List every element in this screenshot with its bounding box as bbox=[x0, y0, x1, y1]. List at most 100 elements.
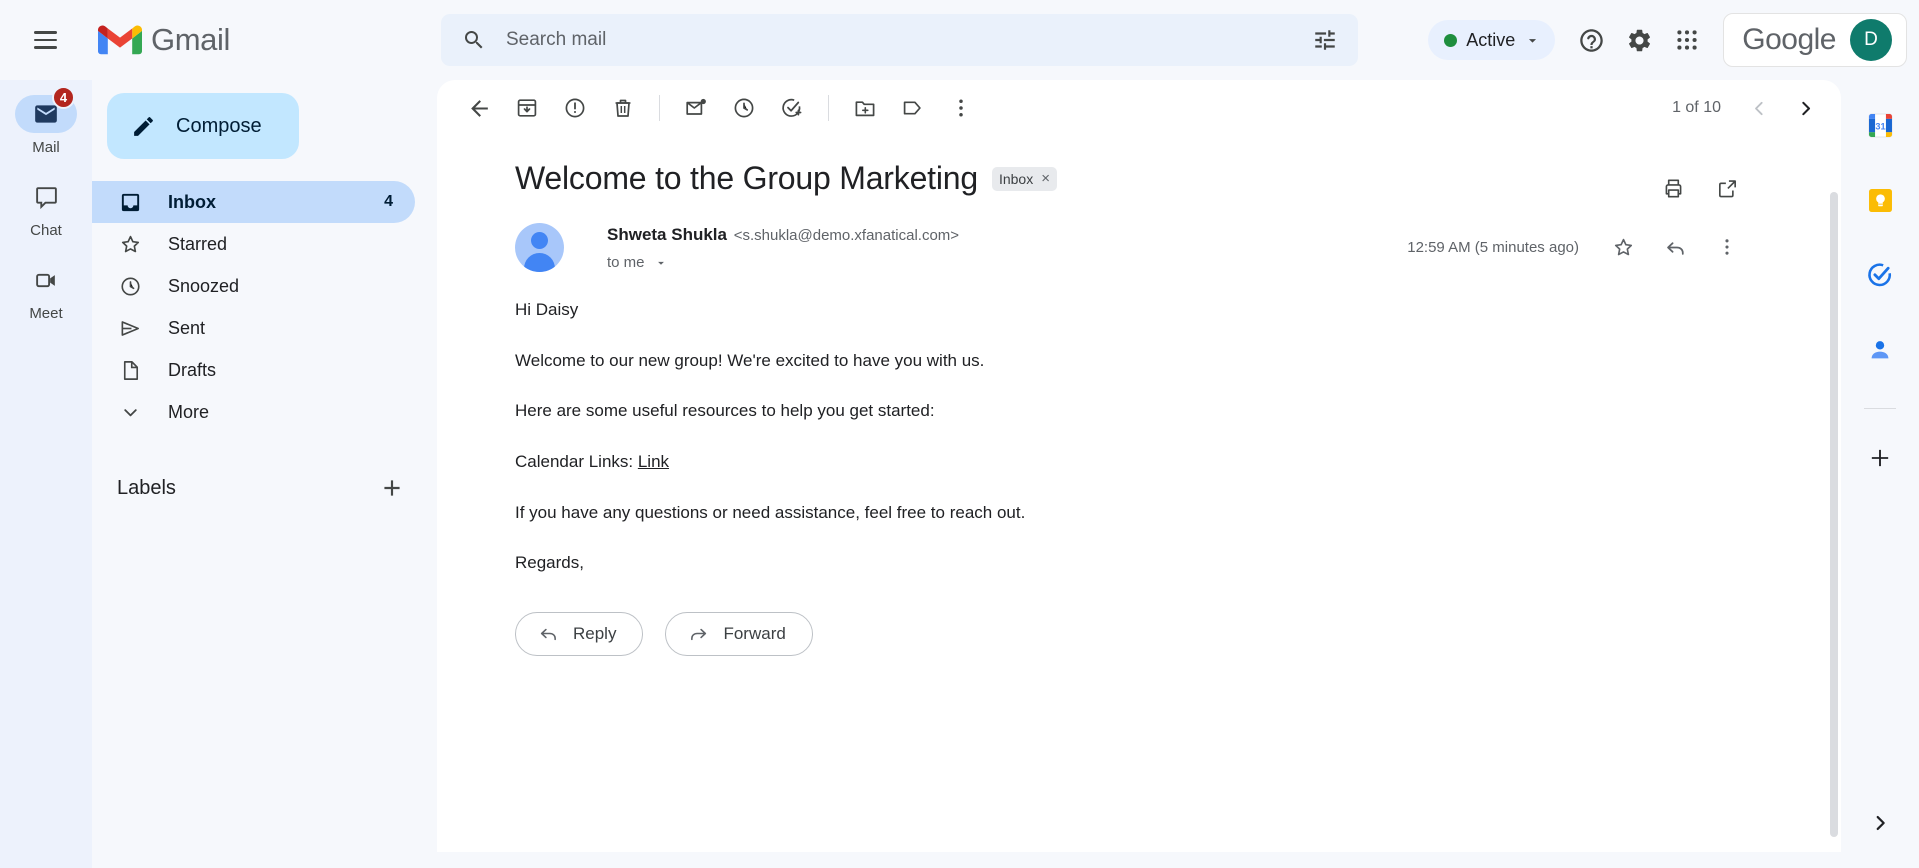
gmail-logo-icon bbox=[98, 25, 142, 55]
message-actions: 12:59 AM (5 minutes ago) bbox=[1407, 223, 1751, 271]
calendar-links-label: Calendar Links: bbox=[515, 451, 638, 471]
rail-item-chat[interactable]: Chat bbox=[10, 178, 82, 239]
apps-grid-icon[interactable] bbox=[1663, 16, 1711, 64]
subject-row: Welcome to the Group Marketing Inbox × bbox=[515, 160, 1751, 198]
chevron-down-icon[interactable] bbox=[654, 256, 668, 270]
sidebar-label-drafts: Drafts bbox=[168, 359, 217, 380]
google-tasks-icon[interactable] bbox=[1857, 252, 1903, 298]
body-line-4: If you have any questions or need assist… bbox=[515, 502, 1026, 522]
mark-unread-icon[interactable] bbox=[672, 84, 720, 132]
open-in-new-icon[interactable] bbox=[1703, 164, 1751, 212]
google-contacts-icon[interactable] bbox=[1857, 327, 1903, 373]
message-scroll-area: Welcome to the Group Marketing Inbox × S… bbox=[437, 136, 1841, 852]
star-outline-icon[interactable] bbox=[1599, 223, 1647, 271]
sidebar-label-snoozed: Snoozed bbox=[168, 275, 240, 296]
snooze-clock-icon[interactable] bbox=[720, 84, 768, 132]
forward-button[interactable]: Forward bbox=[665, 611, 813, 656]
search-icon bbox=[462, 28, 486, 52]
back-arrow-icon[interactable] bbox=[455, 84, 503, 132]
google-calendar-icon[interactable]: 31 bbox=[1857, 102, 1903, 148]
print-icon[interactable] bbox=[1649, 164, 1697, 212]
recipient-row[interactable]: to me bbox=[607, 254, 959, 271]
sidebar-item-inbox[interactable]: Inbox 4 bbox=[92, 181, 415, 223]
close-icon[interactable]: × bbox=[1041, 171, 1050, 186]
gear-icon[interactable] bbox=[1615, 16, 1663, 64]
sidebar-item-more[interactable]: More bbox=[92, 391, 415, 433]
status-badge[interactable]: Inbox × bbox=[991, 166, 1057, 191]
sidebar-label-sent: Sent bbox=[168, 317, 206, 338]
meet-icon bbox=[15, 261, 77, 299]
status-label: Active bbox=[1466, 29, 1516, 50]
mail-icon: 4 bbox=[15, 86, 77, 133]
more-vertical-icon[interactable] bbox=[937, 84, 985, 132]
avatar-head bbox=[531, 232, 548, 249]
draft-icon bbox=[117, 359, 143, 382]
gmail-brand[interactable]: Gmail bbox=[98, 22, 230, 58]
rail-label-meet: Meet bbox=[29, 305, 63, 322]
label-chip-text: Inbox bbox=[998, 170, 1034, 187]
labels-heading: Labels bbox=[117, 476, 176, 499]
reply-button[interactable]: Reply bbox=[515, 611, 644, 656]
sidebar-item-sent[interactable]: Sent bbox=[92, 307, 415, 349]
reply-button-label: Reply bbox=[573, 623, 617, 643]
sender-avatar[interactable] bbox=[515, 223, 564, 272]
sender-meta: Shweta Shukla <s.shukla@demo.xfanatical.… bbox=[607, 223, 959, 271]
reply-arrow-icon[interactable] bbox=[1651, 223, 1699, 271]
send-icon bbox=[117, 317, 143, 340]
plus-icon[interactable] bbox=[1857, 435, 1903, 481]
help-icon[interactable] bbox=[1567, 16, 1615, 64]
nav-list: Inbox 4 Starred Snoozed Sent Drafts More bbox=[92, 181, 437, 433]
account-button[interactable]: Google D bbox=[1723, 13, 1907, 67]
add-to-tasks-icon[interactable] bbox=[768, 84, 816, 132]
report-spam-icon[interactable] bbox=[551, 84, 599, 132]
sidebar-label-more: More bbox=[168, 401, 210, 422]
sidebar-item-snoozed[interactable]: Snoozed bbox=[92, 265, 415, 307]
sidebar-item-starred[interactable]: Starred bbox=[92, 223, 415, 265]
recipient-label: to me bbox=[607, 254, 645, 271]
compose-button[interactable]: Compose bbox=[107, 93, 299, 159]
left-nav: Compose Inbox 4 Starred Snoozed Sent Dra… bbox=[92, 80, 437, 868]
search-options-icon[interactable] bbox=[1312, 27, 1338, 53]
body-line-3: Calendar Links: Link bbox=[515, 450, 1751, 475]
chevron-left-icon[interactable] bbox=[1739, 88, 1779, 128]
message-content: Welcome to the Group Marketing Inbox × S… bbox=[437, 160, 1841, 656]
sender-email: <s.shukla@demo.xfanatical.com> bbox=[733, 227, 960, 244]
chevron-right-icon[interactable] bbox=[1785, 88, 1825, 128]
body-line-5: Regards, bbox=[515, 553, 584, 573]
toolbar-divider-2 bbox=[828, 95, 829, 121]
sidebar-item-drafts[interactable]: Drafts bbox=[92, 349, 415, 391]
status-chip[interactable]: Active bbox=[1428, 20, 1556, 60]
archive-icon[interactable] bbox=[503, 84, 551, 132]
reply-arrow-icon bbox=[540, 629, 556, 641]
body-greeting: Hi Daisy bbox=[515, 300, 579, 319]
rail-item-mail[interactable]: 4 Mail bbox=[10, 86, 82, 156]
sender-row: Shweta Shukla <s.shukla@demo.xfanatical.… bbox=[515, 223, 1751, 272]
sidebar-label-inbox: Inbox bbox=[168, 191, 216, 212]
rail-item-meet[interactable]: Meet bbox=[10, 261, 82, 322]
search-bar[interactable] bbox=[441, 14, 1358, 66]
app-rail: 4 Mail Chat Meet bbox=[0, 80, 92, 868]
plus-icon[interactable] bbox=[375, 471, 409, 505]
avatar[interactable]: D bbox=[1850, 19, 1892, 61]
calendar-link[interactable]: Link bbox=[638, 452, 669, 471]
search-input[interactable] bbox=[504, 28, 1312, 52]
scrollbar-thumb[interactable] bbox=[1830, 192, 1838, 837]
labels-section-header: Labels bbox=[92, 471, 437, 505]
chat-icon bbox=[15, 178, 77, 216]
google-wordmark: Google bbox=[1742, 23, 1836, 56]
more-vertical-icon[interactable] bbox=[1703, 223, 1751, 271]
vertical-scrollbar[interactable] bbox=[1829, 192, 1839, 852]
pagination-text: 1 of 10 bbox=[1672, 99, 1721, 116]
body-line-1: Welcome to our new group! We're excited … bbox=[515, 350, 985, 370]
hamburger-icon[interactable] bbox=[21, 16, 69, 64]
top-bar: Gmail Active bbox=[0, 0, 1919, 80]
sender-name: Shweta Shukla bbox=[607, 225, 727, 244]
trash-icon[interactable] bbox=[599, 84, 647, 132]
top-right-actions: Active Google D bbox=[1428, 0, 1919, 80]
star-icon bbox=[117, 233, 143, 256]
move-to-folder-icon[interactable] bbox=[841, 84, 889, 132]
label-tag-icon[interactable] bbox=[889, 84, 937, 132]
google-keep-icon[interactable] bbox=[1857, 177, 1903, 223]
avatar-shoulders bbox=[524, 253, 555, 272]
chevron-right-icon[interactable] bbox=[1857, 800, 1903, 846]
